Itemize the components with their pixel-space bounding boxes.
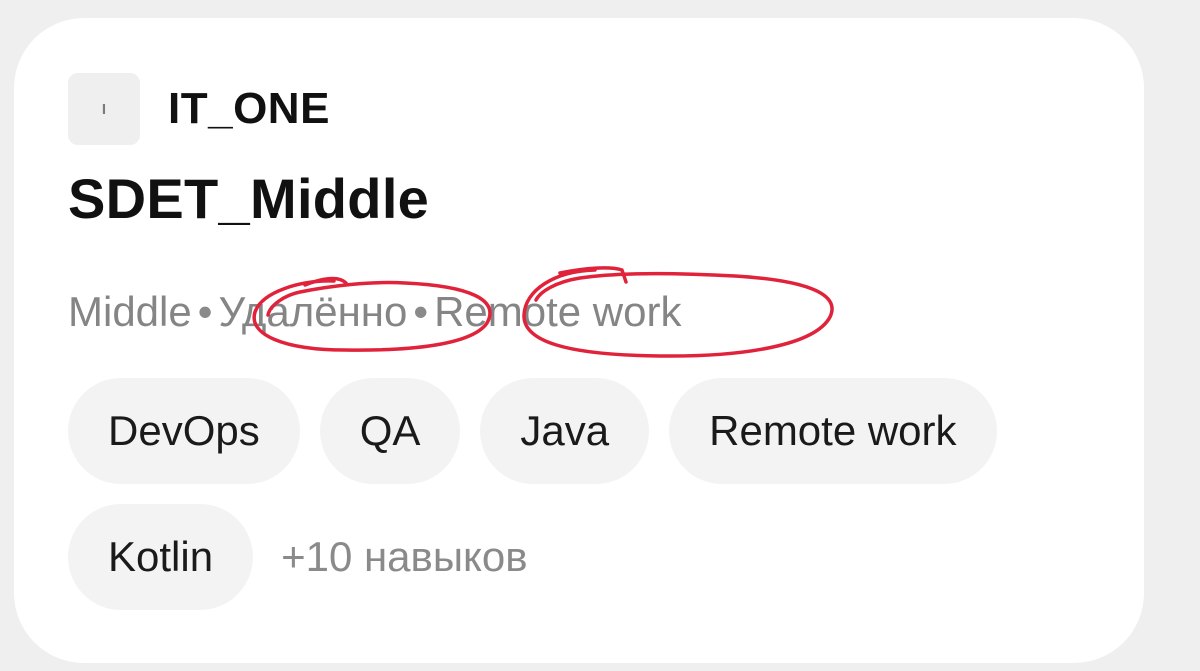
skill-chip[interactable]: Remote work xyxy=(669,378,997,484)
meta-separator: • xyxy=(413,288,429,335)
company-logo-letter: I xyxy=(101,100,107,118)
meta-level: Middle xyxy=(68,288,192,335)
skill-chip[interactable]: QA xyxy=(319,378,461,484)
skills-list: DevOps QA Java Remote work Kotlin +10 на… xyxy=(68,378,1108,610)
company-logo: I xyxy=(68,73,140,145)
meta-location-en: Remote work xyxy=(434,288,682,335)
meta-location-ru: Удалённо xyxy=(218,288,408,335)
skill-chip[interactable]: Java xyxy=(480,378,650,484)
company-header: I IT_ONE xyxy=(68,73,330,145)
skill-chip[interactable]: Kotlin xyxy=(68,504,254,610)
more-skills-link[interactable]: +10 навыков xyxy=(273,504,527,610)
vacancy-meta: Middle • Удалённо • Remote work xyxy=(68,288,681,336)
vacancy-title[interactable]: SDET_Middle xyxy=(68,166,429,231)
company-name[interactable]: IT_ONE xyxy=(168,84,330,134)
skill-chip[interactable]: DevOps xyxy=(68,378,300,484)
meta-separator: • xyxy=(197,288,213,335)
